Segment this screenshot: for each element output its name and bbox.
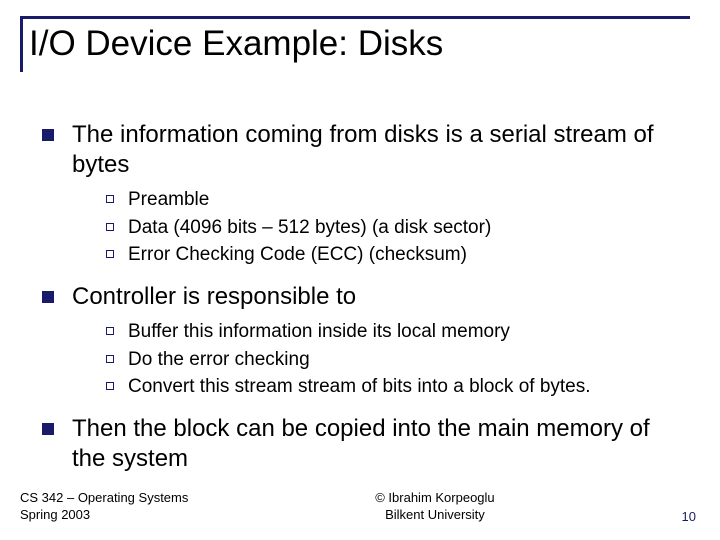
- footer-pagenum: 10: [682, 509, 696, 524]
- square-bullet-icon: [42, 291, 54, 303]
- bullet-2: Controller is responsible to: [42, 282, 680, 312]
- square-bullet-icon: [42, 423, 54, 435]
- bullet-1-sublist: Preamble Data (4096 bits – 512 bytes) (a…: [106, 188, 680, 268]
- hollow-square-icon: [106, 355, 114, 363]
- subbullet-text: Preamble: [128, 188, 209, 213]
- title-block: I/O Device Example: Disks: [20, 16, 690, 72]
- footer-center: © Ibrahim Korpeoglu Bilkent University: [375, 490, 494, 524]
- bullet-2-text: Controller is responsible to: [72, 282, 356, 312]
- subbullet: Do the error checking: [106, 348, 680, 373]
- footer-university: Bilkent University: [375, 507, 494, 524]
- subbullet-text: Do the error checking: [128, 348, 310, 373]
- slide: I/O Device Example: Disks The informatio…: [0, 0, 720, 540]
- square-bullet-icon: [42, 129, 54, 141]
- subbullet-text: Buffer this information inside its local…: [128, 320, 510, 345]
- subbullet-text: Data (4096 bits – 512 bytes) (a disk sec…: [128, 216, 491, 241]
- subbullet: Convert this stream stream of bits into …: [106, 375, 680, 400]
- subbullet-text: Error Checking Code (ECC) (checksum): [128, 243, 467, 268]
- footer-course: CS 342 – Operating Systems: [20, 490, 188, 507]
- footer-copyright: © Ibrahim Korpeoglu: [375, 490, 494, 507]
- bullet-1: The information coming from disks is a s…: [42, 120, 680, 180]
- bullet-2-sublist: Buffer this information inside its local…: [106, 320, 680, 400]
- bullet-3: Then the block can be copied into the ma…: [42, 414, 680, 474]
- footer: CS 342 – Operating Systems Spring 2003 ©…: [20, 490, 696, 524]
- hollow-square-icon: [106, 382, 114, 390]
- subbullet: Error Checking Code (ECC) (checksum): [106, 243, 680, 268]
- hollow-square-icon: [106, 223, 114, 231]
- bullet-3-text: Then the block can be copied into the ma…: [72, 414, 680, 474]
- subbullet: Data (4096 bits – 512 bytes) (a disk sec…: [106, 216, 680, 241]
- footer-left: CS 342 – Operating Systems Spring 2003: [20, 490, 188, 524]
- subbullet: Buffer this information inside its local…: [106, 320, 680, 345]
- slide-title: I/O Device Example: Disks: [20, 18, 690, 72]
- bullet-1-text: The information coming from disks is a s…: [72, 120, 680, 180]
- footer-term: Spring 2003: [20, 507, 188, 524]
- hollow-square-icon: [106, 327, 114, 335]
- subbullet-text: Convert this stream stream of bits into …: [128, 375, 591, 400]
- content-area: The information coming from disks is a s…: [42, 120, 680, 482]
- hollow-square-icon: [106, 195, 114, 203]
- hollow-square-icon: [106, 250, 114, 258]
- subbullet: Preamble: [106, 188, 680, 213]
